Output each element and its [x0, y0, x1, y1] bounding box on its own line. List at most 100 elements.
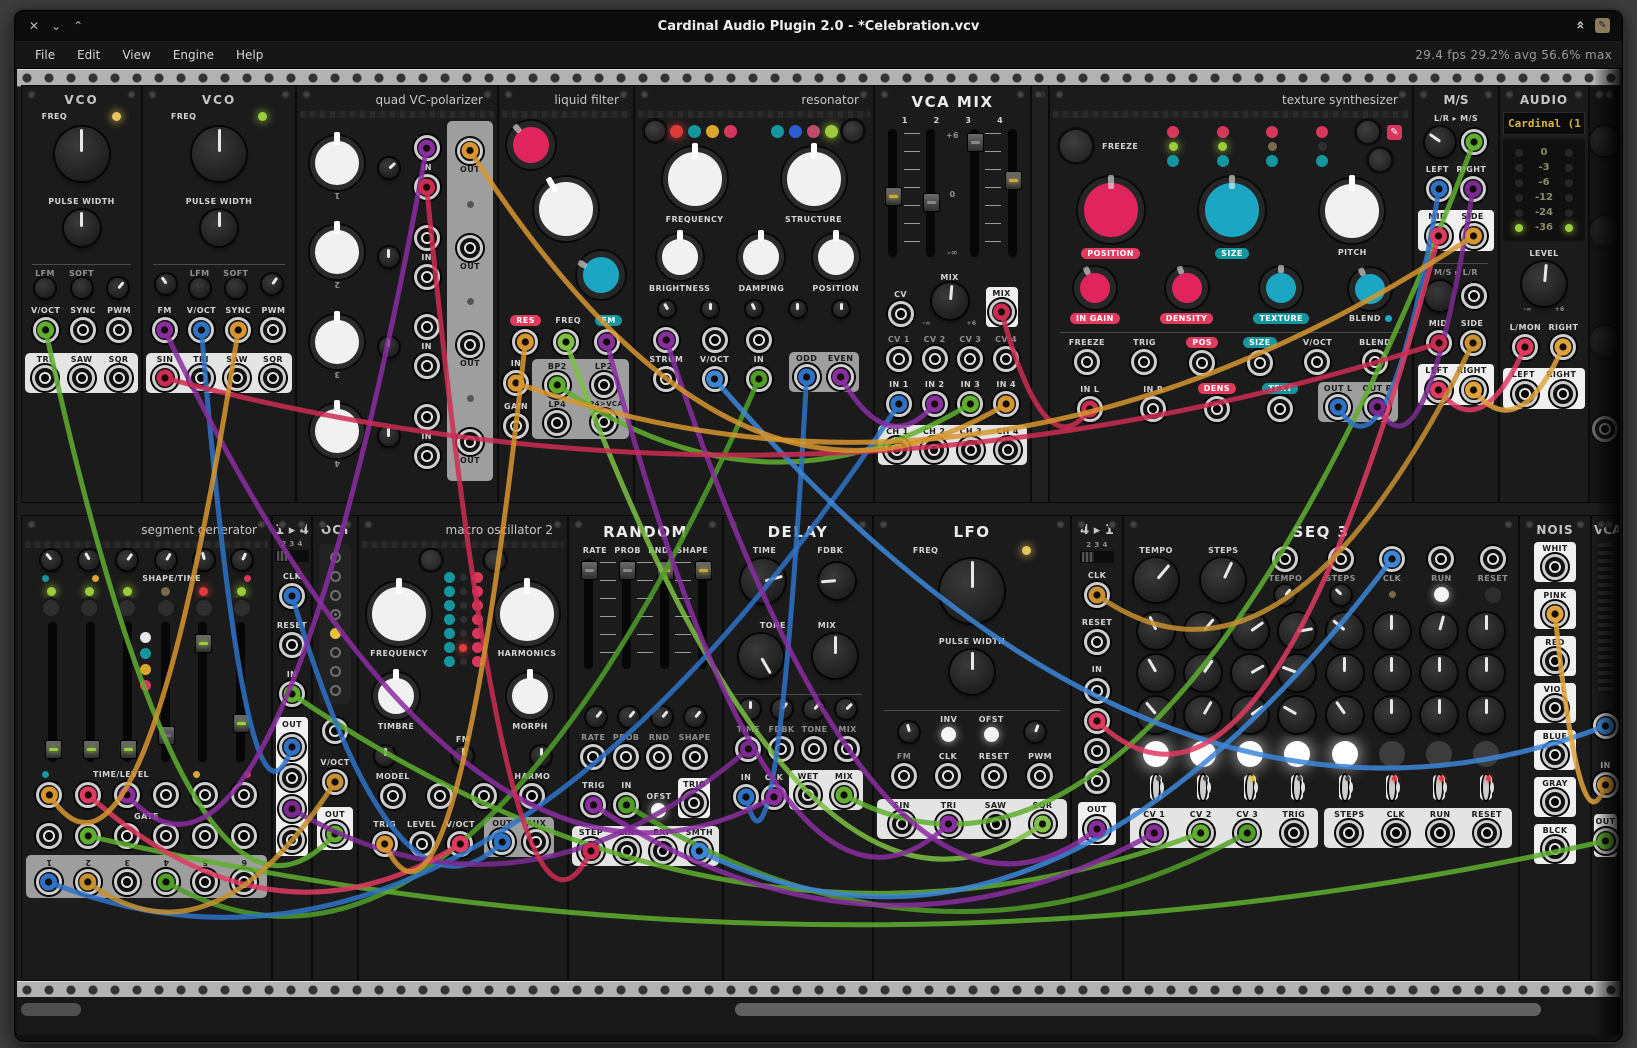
env-out-3[interactable] — [114, 869, 140, 895]
out-1[interactable] — [279, 734, 305, 760]
tone-cv-knob[interactable] — [804, 699, 824, 719]
side-output[interactable] — [1461, 223, 1487, 249]
seq-knob-r2[interactable] — [1185, 655, 1221, 691]
right-output[interactable] — [1461, 377, 1487, 403]
fm-amount-knob[interactable] — [577, 251, 625, 299]
seq-knob-r1[interactable] — [1468, 613, 1504, 649]
time-level-2[interactable] — [75, 782, 101, 808]
edit-icon[interactable]: ✎ — [1387, 125, 1402, 140]
time-level-5[interactable] — [192, 782, 218, 808]
in-input[interactable] — [613, 792, 639, 818]
trig-input[interactable] — [580, 792, 606, 818]
sin-output[interactable] — [152, 365, 178, 391]
shape-knob-6[interactable] — [232, 550, 252, 570]
step-light-1[interactable] — [1143, 741, 1169, 767]
out-3[interactable] — [279, 796, 305, 822]
env-out-5[interactable] — [192, 869, 218, 895]
panel-toggle-icon[interactable]: ✎ — [1595, 18, 1610, 33]
exp-output[interactable] — [650, 838, 676, 864]
fm-input[interactable] — [152, 317, 178, 343]
bp2-output[interactable] — [544, 372, 570, 398]
atten-knob-3[interactable] — [379, 337, 399, 357]
trig-input[interactable] — [372, 831, 398, 857]
in-port-1a[interactable] — [414, 135, 440, 161]
sync-input[interactable] — [70, 317, 96, 343]
in-l-input[interactable] — [1077, 396, 1103, 422]
seg-slider-1[interactable] — [48, 622, 57, 762]
seq-knob-r1[interactable] — [1327, 613, 1363, 649]
harmonics-knob[interactable] — [495, 582, 559, 646]
out-port-3[interactable] — [457, 332, 483, 358]
model-button-right[interactable] — [485, 550, 505, 570]
seq-knob-r1[interactable] — [1138, 613, 1174, 649]
polarizer-knob-4[interactable] — [310, 404, 364, 458]
freeze-button[interactable] — [1060, 130, 1092, 162]
ramp-icon[interactable] — [140, 648, 151, 659]
gate-3[interactable] — [114, 823, 140, 849]
octave-dot[interactable] — [330, 685, 341, 696]
model-cv-1[interactable] — [380, 783, 406, 809]
pink-output[interactable] — [1542, 601, 1568, 627]
loop-icon[interactable] — [140, 632, 151, 643]
reset-cv[interactable] — [1480, 546, 1506, 572]
audio-input[interactable] — [746, 366, 772, 392]
clk-input[interactable] — [279, 583, 305, 609]
ch4-output[interactable] — [995, 437, 1021, 463]
atten-knob[interactable] — [790, 301, 806, 317]
trig-input[interactable] — [1131, 349, 1157, 375]
seq-knob-r3[interactable] — [1138, 697, 1174, 733]
mid-output[interactable] — [1426, 223, 1452, 249]
right-output[interactable] — [1550, 381, 1576, 407]
seg-button-6[interactable] — [234, 600, 250, 616]
dens-input[interactable] — [1204, 396, 1230, 422]
seq-knob-r3[interactable] — [1468, 697, 1504, 733]
size-knob[interactable] — [1199, 177, 1265, 243]
soft-knob[interactable] — [226, 278, 246, 298]
octave-dot-selected[interactable] — [330, 628, 341, 639]
in-input[interactable] — [279, 681, 305, 707]
rnd-cv-knob[interactable] — [652, 707, 672, 727]
atten-knob-4[interactable] — [379, 426, 399, 446]
gate-out-2[interactable] — [1197, 775, 1209, 800]
prob-input[interactable] — [613, 744, 639, 770]
rate-cv-knob[interactable] — [586, 707, 606, 727]
left-output[interactable] — [1512, 381, 1538, 407]
side-input[interactable] — [1460, 330, 1486, 356]
gain-input[interactable] — [503, 413, 529, 439]
seg-slider-5[interactable] — [198, 622, 207, 762]
blend-input[interactable] — [1362, 349, 1388, 375]
time-level-6[interactable] — [231, 782, 257, 808]
seq-knob-r1[interactable] — [1421, 613, 1457, 649]
env-out-1[interactable] — [36, 869, 62, 895]
mix-cv-knob[interactable] — [836, 699, 856, 719]
seq-knob-r1[interactable] — [1185, 613, 1221, 649]
freq-input[interactable] — [553, 329, 579, 355]
pitch-knob[interactable] — [1320, 179, 1384, 243]
audio-device-display[interactable]: Cardinal (1 — [1503, 112, 1585, 135]
seq-knob-r2[interactable] — [1327, 655, 1363, 691]
vca-slider-2[interactable] — [926, 129, 935, 257]
shape-knob-2[interactable] — [79, 550, 99, 570]
frequency-knob[interactable] — [367, 582, 431, 646]
voct-input[interactable] — [447, 831, 473, 857]
menu-view[interactable]: View — [112, 45, 160, 65]
tempo-knob[interactable] — [1134, 558, 1178, 602]
strum-input-2[interactable] — [653, 366, 679, 392]
step-light-6[interactable] — [1379, 741, 1405, 767]
gate-5[interactable] — [192, 823, 218, 849]
sqr-output[interactable] — [260, 365, 286, 391]
clk-input[interactable] — [1383, 820, 1409, 846]
octave-dot[interactable] — [330, 666, 341, 677]
fdbk-cv-knob[interactable] — [772, 699, 792, 719]
cv-input[interactable] — [888, 301, 914, 327]
pulse-width-knob[interactable] — [64, 210, 100, 246]
text-input[interactable] — [1267, 396, 1293, 422]
voct-input[interactable] — [702, 366, 728, 392]
out-l-output[interactable] — [1325, 394, 1351, 420]
run-button[interactable] — [1434, 587, 1449, 602]
gate-2[interactable] — [75, 823, 101, 849]
seg-button-3[interactable] — [119, 600, 135, 616]
steps-cv-knob[interactable] — [1331, 585, 1351, 605]
mix-knob[interactable] — [813, 634, 857, 678]
pwm-input[interactable] — [106, 317, 132, 343]
